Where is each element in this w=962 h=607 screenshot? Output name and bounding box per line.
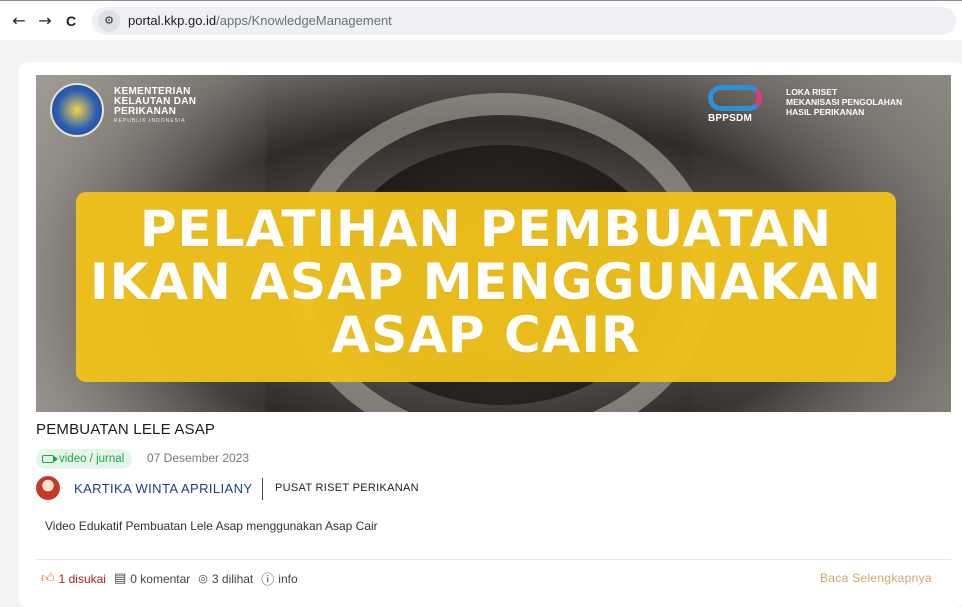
url-host: portal.kkp.go.id (128, 13, 217, 28)
read-more-link[interactable]: Baca Selengkapnya (820, 571, 932, 585)
reload-icon[interactable]: C (58, 8, 84, 34)
loka-riset-text: LOKA RISET MEKANISASI PENGOLAHAN HASIL P… (786, 87, 902, 117)
view-count: 3 dilihat (211, 571, 254, 586)
author-divider (262, 478, 263, 500)
bppsdm-logo-text: BPPSDM (708, 113, 752, 124)
info-label: info (278, 571, 298, 586)
comment-button[interactable]: ▤ 0 komentar (114, 571, 190, 586)
content-type-badge: video / jurnal (36, 449, 133, 469)
loka-line-2: MEKANISASI PENGOLAHAN (786, 97, 903, 107)
bppsdm-logo-icon (708, 85, 762, 111)
bppsdm-logo: BPPSDM (704, 85, 766, 127)
author-organization[interactable]: PUSAT RISET PERIKANAN (275, 482, 419, 494)
post-thumbnail[interactable]: KEMENTERIAN KELAUTAN DAN PERIKANAN REPUB… (36, 75, 951, 412)
kkp-logo-text: KEMENTERIAN KELAUTAN DAN PERIKANAN REPUB… (114, 87, 196, 125)
like-count: 1 disukai (58, 571, 106, 586)
post-title[interactable]: PEMBUATAN LELE ASAP (36, 421, 215, 438)
actions-divider (36, 559, 951, 560)
loka-line-1: LOKA RISET (786, 87, 838, 97)
post-date: 07 Desember 2023 (147, 451, 250, 465)
thumbs-up-icon: 👍︎ (41, 571, 55, 586)
banner-headline: PELATIHAN PEMBUATAN IKAN ASAP MENGGUNAKA… (76, 203, 896, 362)
kkp-subtitle: REPUBLIK INDONESIA (114, 118, 186, 124)
browser-toolbar: ← → C ⚙ portal.kkp.go.id/apps/KnowledgeM… (0, 0, 962, 40)
kkp-line-3: PERIKANAN (114, 106, 177, 117)
views-counter: ◎ 3 dilihat (198, 572, 253, 586)
url-text[interactable]: portal.kkp.go.id/apps/KnowledgeManagemen… (128, 13, 392, 28)
like-button[interactable]: 👍︎ 1 disukai (41, 571, 106, 586)
comment-count: 0 komentar (130, 571, 191, 586)
headline-line-2: IKAN ASAP MENGGUNAKAN (89, 253, 883, 311)
headline-line-1: PELATIHAN PEMBUATAN (139, 200, 833, 258)
comment-icon: ▤ (113, 571, 127, 586)
post-actions: 👍︎ 1 disukai ▤ 0 komentar ◎ 3 dilihat ⓘ … (41, 569, 306, 588)
forward-icon[interactable]: → (32, 8, 58, 34)
info-icon: ⓘ (261, 573, 275, 588)
content-type-label: video / jurnal (59, 453, 125, 465)
back-icon[interactable]: ← (6, 8, 32, 34)
post-description: Video Edukatif Pembuatan Lele Asap mengg… (45, 519, 378, 533)
url-path: /apps/KnowledgeManagement (216, 13, 392, 28)
video-camera-icon (42, 455, 58, 463)
eye-icon: ◎ (198, 572, 208, 585)
site-settings-icon[interactable]: ⚙ (98, 9, 120, 32)
loka-line-3: HASIL PERIKANAN (786, 107, 865, 117)
kkp-logo-icon (50, 83, 104, 137)
author-avatar[interactable] (36, 476, 60, 500)
headline-line-3: ASAP CAIR (331, 306, 641, 364)
info-button[interactable]: ⓘ info (261, 569, 298, 589)
address-bar[interactable]: ⚙ portal.kkp.go.id/apps/KnowledgeManagem… (92, 6, 956, 35)
author-name[interactable]: KARTIKA WINTA APRILIANY (74, 481, 253, 496)
